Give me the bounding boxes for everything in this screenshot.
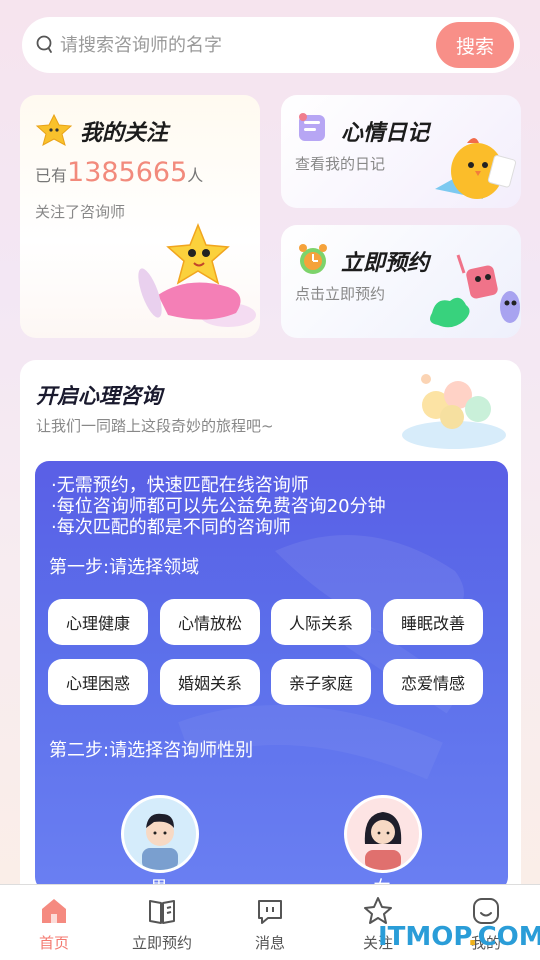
tab-label: 立即预约 — [131, 934, 192, 952]
tab-messages[interactable]: 消息 — [216, 885, 324, 960]
watermark: ITMOP.COM — [378, 922, 540, 952]
book-icon — [149, 900, 175, 924]
card-title: 我的关注 — [80, 121, 169, 146]
mood-diary-card[interactable]: 心情日记 查看我的日记 — [281, 95, 521, 208]
field-chip[interactable]: 婚姻关系 — [160, 659, 260, 705]
card-title: 立即预约 — [341, 251, 430, 276]
tab-label: 消息 — [254, 934, 285, 952]
step-two-label: 第二步:请选择咨询师性别 — [49, 740, 254, 761]
field-chip[interactable]: 睡眠改善 — [383, 599, 483, 645]
tab-home[interactable]: 首页 — [0, 885, 108, 960]
my-follow-card[interactable]: 我的关注 已有1385665人 关注了咨询师 — [20, 95, 260, 338]
bullet-item: ·每次匹配的都是不同的咨询师 — [51, 517, 291, 538]
bullet-item: ·无需预约，快速匹配在线咨询师 — [51, 475, 309, 496]
consult-panel: 开启心理咨询 让我们一同踏上这段奇妙的旅程吧~ ·无需预约，快速匹配在线咨询师 … — [20, 360, 521, 960]
bubble-illustration — [402, 374, 506, 449]
tab-booking[interactable]: 立即预约 — [108, 885, 216, 960]
search-button[interactable]: 搜索 — [436, 22, 514, 68]
bullet-item: ·每位咨询师都可以先公益免费咨询20分钟 — [51, 496, 386, 517]
female-avatar-icon — [364, 812, 402, 870]
count-prefix: 已有 — [35, 166, 68, 185]
card-title: 心情日记 — [341, 121, 430, 146]
diary-icon — [299, 113, 325, 141]
monsters-illustration — [430, 254, 520, 328]
watermark-dot: . — [467, 922, 478, 952]
count-suffix: 人 — [187, 166, 204, 185]
tab-label: 首页 — [38, 934, 69, 952]
search-input[interactable] — [60, 31, 440, 59]
male-counselor-avatar[interactable] — [121, 795, 199, 873]
home-icon — [42, 899, 66, 923]
field-chip[interactable]: 人际关系 — [271, 599, 371, 645]
card-subtitle: 关注了咨询师 — [35, 203, 126, 221]
card-subtitle: 查看我的日记 — [295, 155, 386, 173]
star-mascot-icon — [35, 113, 73, 147]
chick-illustration — [435, 138, 517, 199]
consult-title: 开启心理咨询 — [36, 384, 162, 408]
female-counselor-avatar[interactable] — [344, 795, 422, 873]
male-avatar-icon — [142, 813, 178, 870]
watermark-text: ITMOP — [378, 922, 468, 952]
booking-card[interactable]: 立即预约 点击立即预约 — [281, 225, 521, 338]
watermark-tld: COM — [477, 922, 540, 952]
field-chip[interactable]: 亲子家庭 — [271, 659, 371, 705]
alarm-clock-icon — [299, 244, 327, 274]
field-chip[interactable]: 心情放松 — [160, 599, 260, 645]
field-chip[interactable]: 心理健康 — [48, 599, 148, 645]
field-chip[interactable]: 心理困惑 — [48, 659, 148, 705]
quick-match-panel: ·无需预约，快速匹配在线咨询师 ·每位咨询师都可以先公益免费咨询20分钟 ·每次… — [35, 461, 508, 891]
consult-subtitle: 让我们一同踏上这段奇妙的旅程吧~ — [36, 417, 274, 435]
search-icon — [36, 35, 52, 53]
follow-count-line: 已有1385665人 — [35, 157, 203, 188]
follow-count: 1385665 — [67, 157, 188, 188]
field-chip[interactable]: 恋爱情感 — [383, 659, 483, 705]
card-subtitle: 点击立即预约 — [295, 285, 386, 303]
message-icon — [258, 900, 282, 924]
star-airplane-illustration — [138, 222, 256, 327]
feature-bullets: ·无需预约，快速匹配在线咨询师 ·每位咨询师都可以先公益免费咨询20分钟 ·每次… — [51, 475, 386, 538]
step-one-label: 第一步:请选择领域 — [49, 557, 200, 578]
search-bar: 搜索 — [22, 17, 520, 73]
